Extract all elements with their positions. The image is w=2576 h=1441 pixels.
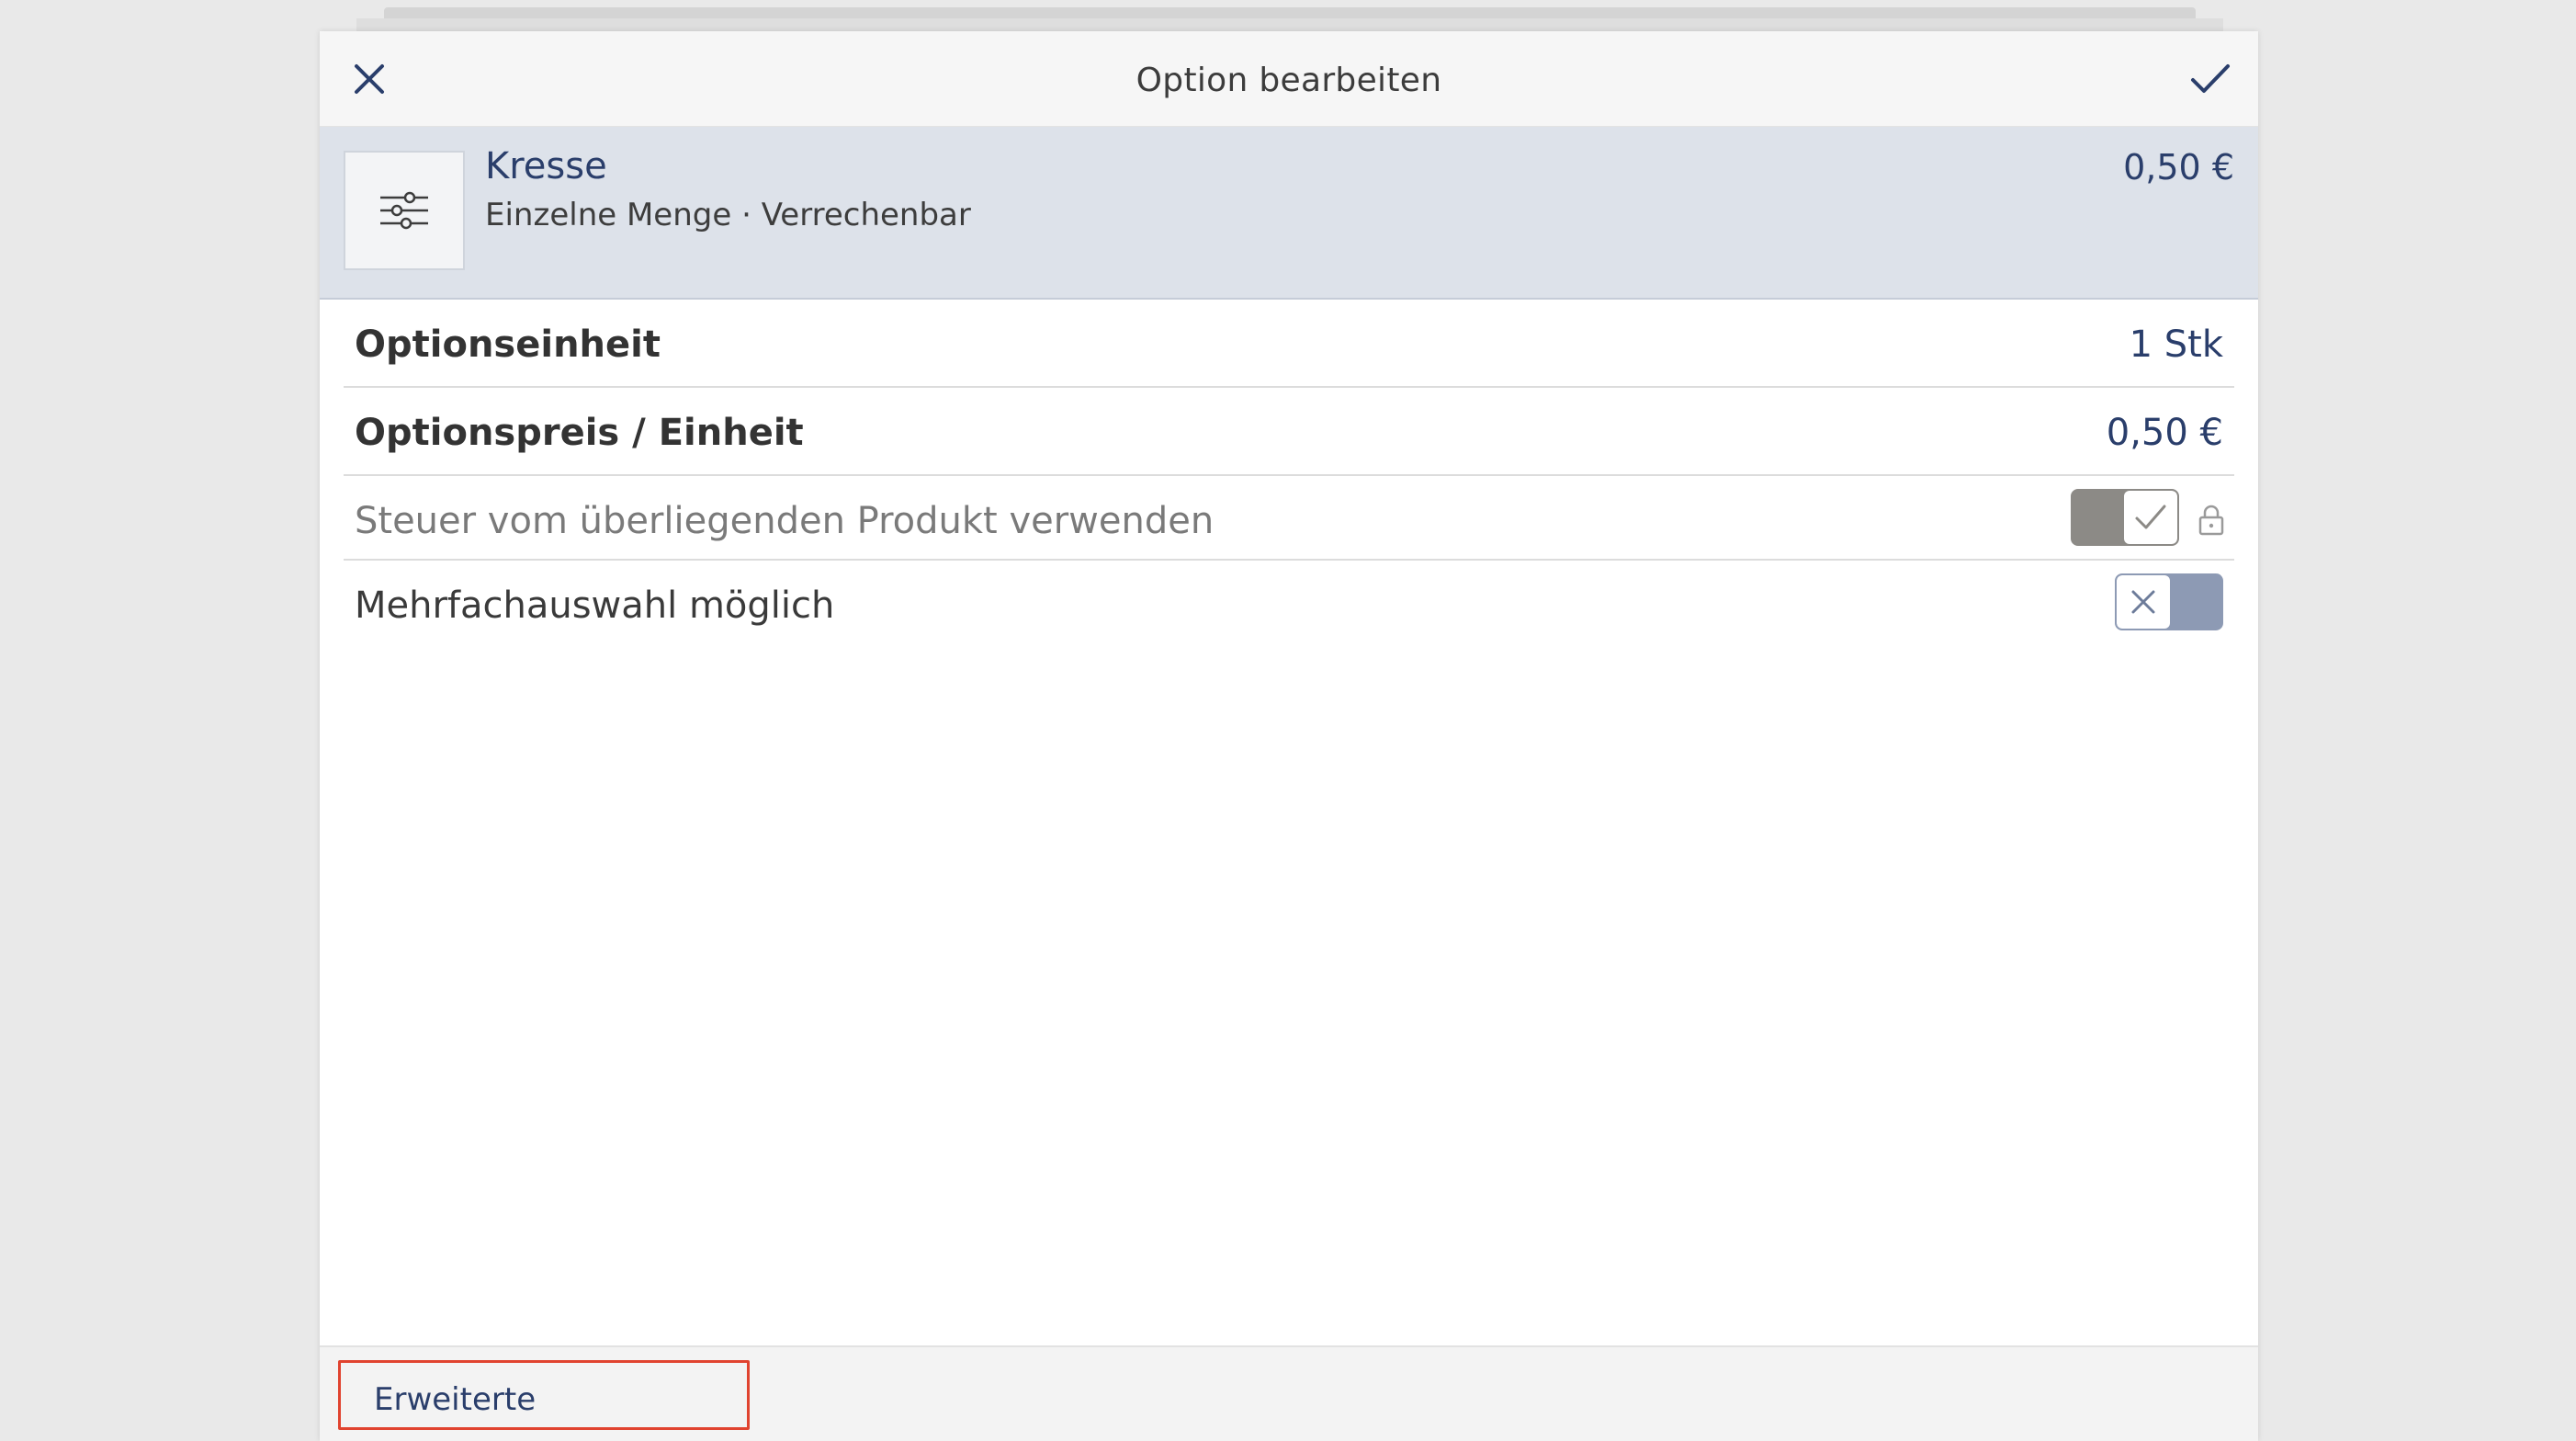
dialog-header: Option bearbeiten: [320, 31, 2258, 127]
product-summary: Kresse Einzelne Menge · Verrechenbar 0,5…: [320, 127, 2258, 300]
tax-from-parent-toggle[interactable]: [2071, 489, 2179, 546]
close-icon: [2131, 590, 2155, 614]
multi-select-label: Mehrfachauswahl möglich: [355, 584, 835, 627]
toggle-knob: [2117, 575, 2170, 629]
background-sheet: [356, 18, 2223, 31]
multi-select-row: Mehrfachauswahl möglich: [344, 561, 2234, 645]
edit-option-dialog: Option bearbeiten Kresse Einzelne Menge …: [320, 31, 2258, 1441]
option-price-label: Optionspreis / Einheit: [355, 412, 804, 454]
product-subtitle: Einzelne Menge · Verrechenbar: [485, 197, 971, 233]
dialog-title: Option bearbeiten: [1135, 62, 1442, 99]
tax-from-parent-row: Steuer vom überliegenden Produkt verwend…: [344, 476, 2234, 561]
option-unit-value[interactable]: 1 Stk: [2130, 300, 2223, 390]
confirm-button[interactable]: [2183, 51, 2238, 107]
option-unit-label: Optionseinheit: [355, 323, 661, 366]
advanced-settings-button[interactable]: Erweiterte Einstellungen: [338, 1360, 750, 1430]
checkmark-icon: [2135, 505, 2166, 529]
option-unit-row[interactable]: Optionseinheit 1 Stk: [344, 300, 2234, 388]
multi-select-toggle[interactable]: [2115, 573, 2223, 630]
tax-from-parent-label: Steuer vom überliegenden Produkt verwend…: [355, 500, 1215, 542]
lock-icon: [2198, 505, 2224, 536]
sliders-icon: [380, 191, 428, 230]
product-price: 0,50 €: [2123, 147, 2234, 187]
close-button[interactable]: [342, 51, 397, 107]
product-thumbnail: [344, 151, 465, 270]
option-price-value[interactable]: 0,50 €: [2107, 388, 2223, 478]
close-icon: [355, 64, 384, 94]
checkmark-icon: [2191, 64, 2230, 93]
dialog-footer: Erweiterte Einstellungen: [320, 1345, 2258, 1441]
option-price-row[interactable]: Optionspreis / Einheit 0,50 €: [344, 388, 2234, 476]
product-name: Kresse: [485, 145, 607, 187]
toggle-knob: [2124, 491, 2177, 544]
